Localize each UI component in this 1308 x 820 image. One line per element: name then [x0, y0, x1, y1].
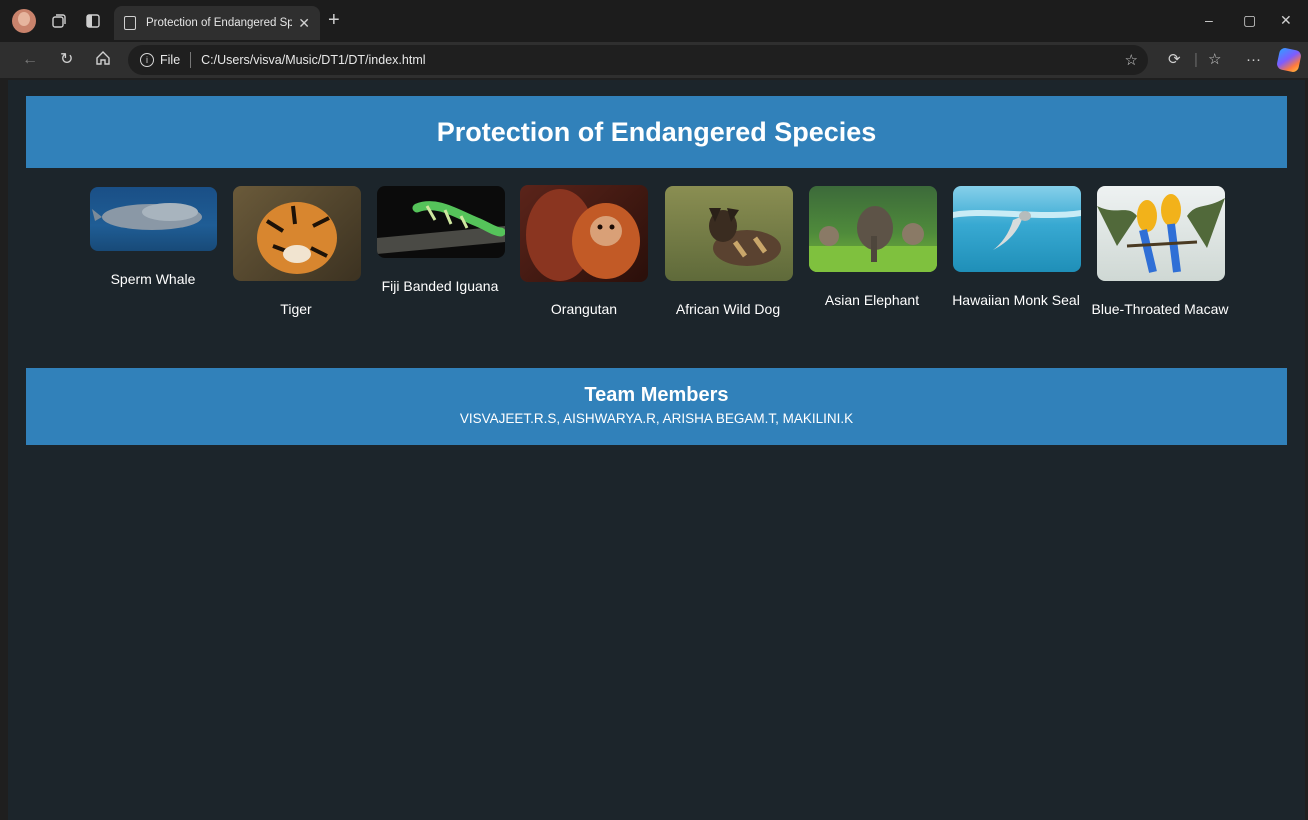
toolbar-separator: |	[1194, 51, 1198, 68]
close-window-icon[interactable]: ✕	[1280, 12, 1292, 29]
tiger-image	[233, 186, 361, 281]
profile-avatar[interactable]	[12, 9, 36, 33]
tab-active[interactable]: Protection of Endangered Species ✕	[114, 6, 320, 40]
team-members-list: VISVAJEET.R.S, AISHWARYA.R, ARISHA BEGAM…	[459, 411, 854, 426]
tab-actions-icon[interactable]	[82, 10, 104, 32]
restore-icon[interactable]: ▢	[1243, 12, 1256, 29]
extensions-icon[interactable]: ⟳	[1168, 50, 1181, 70]
header-banner: Protection of Endangered Species	[26, 96, 1287, 168]
sperm-whale-image	[90, 187, 217, 251]
close-tab-icon[interactable]: ✕	[298, 15, 310, 32]
species-caption: Hawaiian Monk Seal	[952, 292, 1080, 308]
blue-throated-macaw-image	[1097, 186, 1225, 281]
tab-title: Protection of Endangered Species	[146, 17, 293, 29]
info-icon[interactable]: i	[140, 53, 154, 67]
tab-strip: Protection of Endangered Species ✕ + – ▢…	[0, 0, 1308, 42]
url-text[interactable]: C:/Users/visva/Music/DT1/DT/index.html	[201, 53, 425, 67]
page-content: Protection of Endangered Species Sperm W…	[8, 80, 1305, 820]
back-icon[interactable]: ←	[22, 50, 38, 70]
refresh-icon[interactable]: ↻	[60, 50, 73, 70]
browser-window: Protection of Endangered Species ✕ + – ▢…	[0, 0, 1308, 820]
favorite-star-icon[interactable]: ☆	[1125, 51, 1138, 69]
minimize-icon[interactable]: –	[1205, 12, 1213, 28]
asian-elephant-image	[809, 186, 937, 272]
species-caption: Fiji Banded Iguana	[381, 278, 499, 294]
more-icon[interactable]: ···	[1246, 50, 1261, 70]
address-separator	[190, 52, 192, 68]
home-icon[interactable]	[95, 50, 111, 72]
toolbar: ← ↻ i File C:/Users/visva/Music/DT1/DT/i…	[0, 42, 1308, 78]
fiji-banded-iguana-image	[377, 186, 505, 258]
favorites-icon[interactable]: ☆	[1208, 50, 1221, 70]
species-caption: Orangutan	[550, 301, 618, 317]
document-icon	[124, 16, 136, 30]
hawaiian-monk-seal-image	[953, 186, 1081, 272]
team-members-section: Team Members VISVAJEET.R.S, AISHWARYA.R,…	[26, 368, 1287, 445]
page-title: Protection of Endangered Species	[436, 116, 877, 147]
african-wild-dog-image	[665, 186, 793, 281]
orangutan-image	[520, 185, 648, 282]
species-caption: Blue-Throated Macaw	[1091, 301, 1229, 317]
species-caption: Sperm Whale	[110, 271, 196, 287]
file-label: File	[160, 53, 181, 67]
species-caption: African Wild Dog	[675, 301, 781, 317]
species-caption: Asian Elephant	[824, 292, 920, 308]
address-bar[interactable]: i File C:/Users/visva/Music/DT1/DT/index…	[128, 45, 1148, 75]
new-tab-button[interactable]: +	[328, 10, 340, 30]
species-caption: Tiger	[280, 301, 312, 317]
team-heading: Team Members	[584, 384, 729, 406]
workspaces-icon[interactable]	[48, 10, 70, 32]
